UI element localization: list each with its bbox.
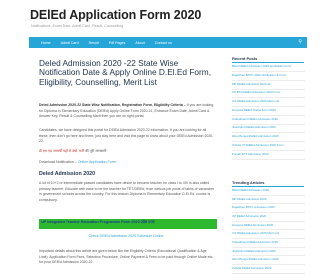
recent-post-link[interactable]: Bihar DElEd Admission 2020 Application F… <box>232 65 305 72</box>
recent-post-link[interactable]: MP DElEd Admission 2020-22 <box>232 83 305 90</box>
nav-item-pdf-pages[interactable]: Pdf Pages <box>109 41 126 45</box>
hindi-highlight: डी एल एड अभ्यर्थी यहाँ से देखें, भर्ती <box>39 149 85 153</box>
trending-article-link[interactable]: MP DElEd Admission 2020 <box>232 198 305 205</box>
intro-paragraph: Deled Admission 2020-22 State Wise Notif… <box>39 103 215 120</box>
site-header: DElEd Application Form 2020 Notification… <box>0 0 336 36</box>
schedule-link[interactable]: Check DElEd Admission 2020 Schedule Onli… <box>29 234 223 238</box>
recent-posts-widget: Recent Posts Bihar DElEd Admission 2020 … <box>229 53 307 173</box>
up-form-banner-link[interactable]: UP Integrated Teacher Education Programm… <box>39 219 217 229</box>
article: Deled Admission 2020 -22 State Wise Noti… <box>29 53 223 280</box>
recent-post-link[interactable]: Haryana DElEd Online Form 2020 <box>232 109 305 116</box>
section-heading: Deled Admission 2020 <box>39 171 96 177</box>
trending-article-link[interactable]: Jharkhand DElEd Admission 2020 <box>232 250 305 257</box>
divider <box>232 62 304 63</box>
recent-post-link[interactable]: West Bengal DElEd Admission 2020 <box>232 135 305 143</box>
divider <box>232 186 304 187</box>
trending-article-link[interactable]: Uttarakhand DElEd Admission 2020 <box>232 241 305 248</box>
trending-article-link[interactable]: UP DElEd Admission 2020 <box>232 215 305 222</box>
nav-item-about[interactable]: About <box>135 41 144 45</box>
trending-article-link[interactable]: Rajasthan BSTC Admission 2020 <box>232 206 305 214</box>
site-tagline: Notifications, Exam Date, Admit Card, Re… <box>31 24 124 28</box>
recent-post-link[interactable]: Uttarakhand DElEd Admission 2020 <box>232 118 305 125</box>
download-prefix: Download Notification – <box>39 160 77 164</box>
post-title: Deled Admission 2020 -22 State Wise Noti… <box>39 58 212 87</box>
recent-posts-heading: Recent Posts <box>232 56 258 61</box>
trending-article-link[interactable]: Odisha DElEd Admission 2020 <box>232 267 305 274</box>
recent-post-link[interactable]: Jharkhand DElEd Admission 2020 <box>232 126 305 134</box>
trending-article-link[interactable]: Haryana DElEd Admission 2020 <box>232 224 305 231</box>
trending-article-link[interactable]: Bihar DElEd Admission 2020 <box>232 189 305 196</box>
nav-item-admit-card[interactable]: Admit Card <box>61 41 79 45</box>
intro-bold: Deled Admission 2020-22 State Wise Notif… <box>39 103 186 107</box>
recent-post-link[interactable]: UP BTC/DElEd Admission 2020 Form <box>232 91 305 99</box>
hindi-line: डी एल एड अभ्यर्थी यहाँ से देखें, भर्ती क… <box>39 149 215 155</box>
download-row: Download Notification – Online Applicati… <box>39 160 116 164</box>
recent-post-link[interactable]: Odisha CT/DElEd Admission 2020 Form <box>232 144 305 152</box>
search-icon[interactable]: ⚲ <box>298 40 302 45</box>
trending-article-link[interactable]: West Bengal DElEd Admission 2020 <box>232 258 305 266</box>
trending-heading: Trending Articles <box>232 180 265 185</box>
paragraph-4: A lot of 10+2 or intermediate passed can… <box>39 181 215 202</box>
hindi-rest: की पूरी जानकारी <box>85 149 107 153</box>
nav-item-result[interactable]: Result <box>89 41 99 45</box>
trending-article-link[interactable]: CG DElEd Admission 2020 Merit List <box>232 232 305 240</box>
main-nav: Home Admit Card Result Pdf Pages About C… <box>29 37 307 48</box>
paragraph-5: Important details about this article are… <box>39 249 214 265</box>
trending-list: Bihar DElEd Admission 2020 MP DElEd Admi… <box>232 189 305 276</box>
paragraph-2: Candidates, we have designed this portal… <box>39 128 214 144</box>
nav-item-home[interactable]: Home <box>41 41 51 45</box>
download-link[interactable]: Online Application Form <box>78 160 116 164</box>
nav-item-contact-us[interactable]: Contact us <box>155 41 172 45</box>
trending-articles-widget: Trending Articles Bihar DElEd Admission … <box>229 177 307 280</box>
site-title[interactable]: DElEd Application Form 2020 <box>30 8 201 22</box>
recent-post-link[interactable]: Rajasthan BSTC 2020 Notification & Form <box>232 74 305 81</box>
recent-post-link[interactable]: Punjab ETT Admission 2020 <box>232 153 305 160</box>
recent-post-link[interactable]: CG DElEd Admission 2020 Merit List <box>232 100 305 108</box>
recent-posts-list: Bihar DElEd Admission 2020 Application F… <box>232 65 305 162</box>
